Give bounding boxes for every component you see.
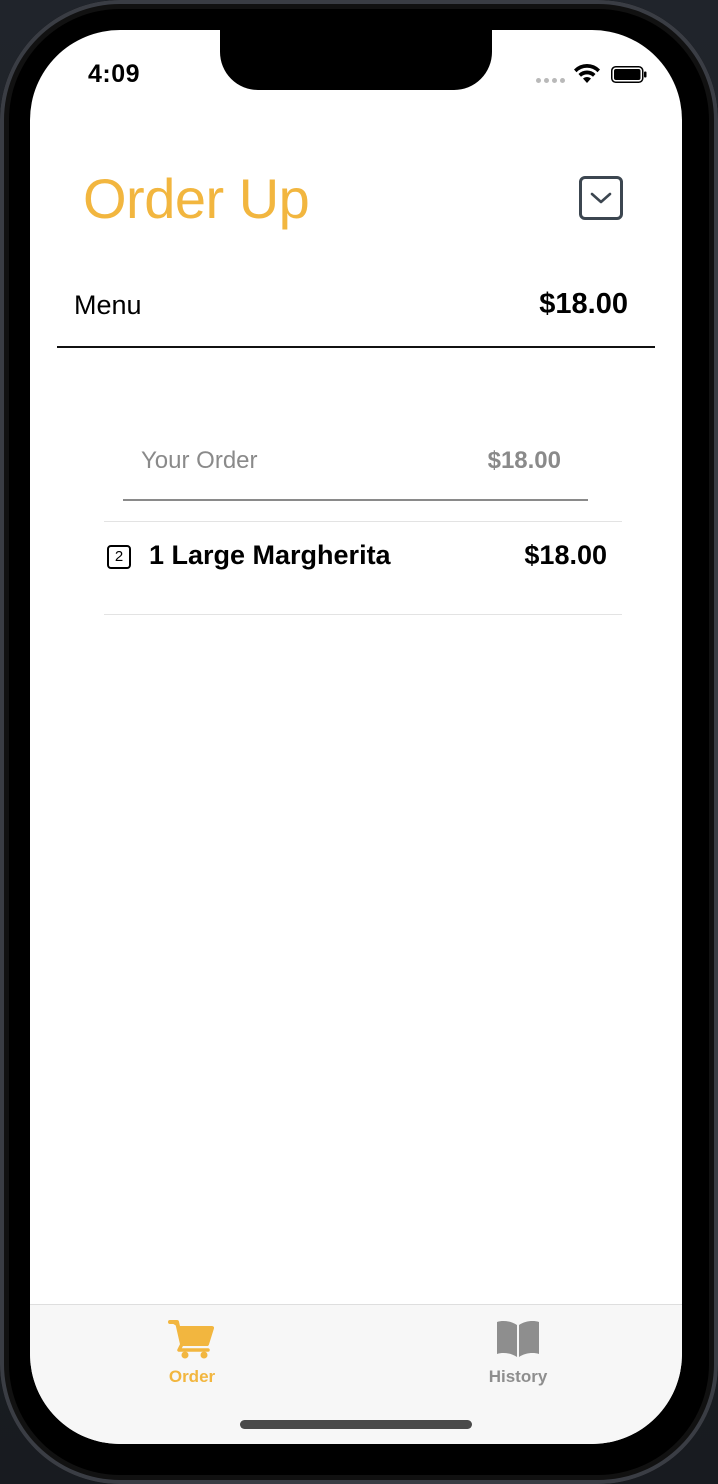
order-item-name: 1 Large Margherita (149, 540, 391, 570)
menu-label: Menu (74, 290, 142, 320)
order-header-total: $18.00 (487, 447, 561, 474)
order-item-row[interactable]: 2 1 Large Margherita $18.00 (104, 522, 622, 615)
battery-icon (611, 66, 647, 83)
order-header-label: Your Order (141, 447, 258, 474)
quantity-badge: 2 (107, 545, 131, 569)
phone-screen: 4:09 Order Up Menu $18.00 Your Order $18… (30, 30, 682, 1444)
order-header: Your Order $18.00 (123, 442, 588, 501)
cellular-signal-icon (536, 78, 565, 83)
tab-history[interactable]: History (438, 1317, 598, 1397)
home-indicator[interactable] (240, 1420, 472, 1429)
tab-order[interactable]: Order (112, 1317, 272, 1397)
menu-total: $18.00 (539, 288, 628, 320)
collapse-button[interactable] (579, 176, 623, 220)
menu-row[interactable]: Menu $18.00 (57, 282, 655, 348)
tab-order-label: Order (168, 1367, 216, 1386)
order-item-price: $18.00 (524, 540, 607, 570)
status-time: 4:09 (88, 60, 141, 88)
wifi-icon (574, 63, 600, 83)
book-icon (497, 1321, 539, 1357)
tab-history-label: History (488, 1367, 548, 1386)
chevron-down-icon (590, 192, 612, 204)
phone-frame: 4:09 Order Up Menu $18.00 Your Order $18… (0, 0, 718, 1484)
notch (220, 30, 492, 90)
cart-icon (168, 1320, 214, 1359)
page-title: Order Up (83, 167, 310, 230)
